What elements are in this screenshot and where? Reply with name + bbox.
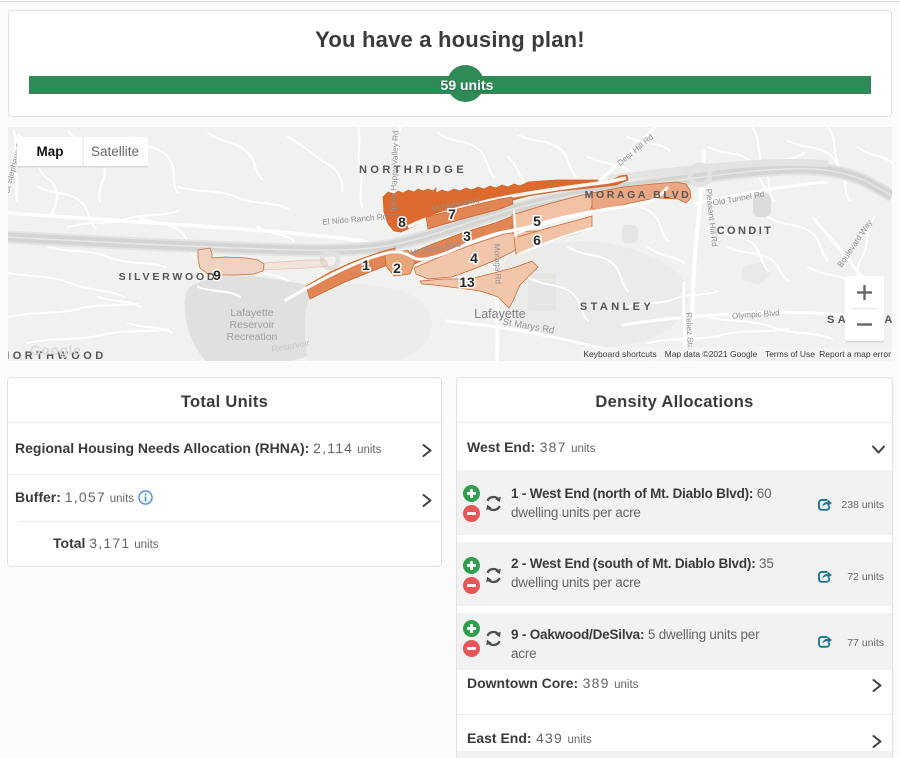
svg-text:3: 3 xyxy=(463,228,471,244)
svg-text:1: 1 xyxy=(362,257,370,273)
svg-text:Satellite: Satellite xyxy=(91,144,139,159)
svg-text:4: 4 xyxy=(470,250,478,266)
svg-text:Terms of Use: Terms of Use xyxy=(765,349,815,359)
svg-text:Recreation: Recreation xyxy=(227,331,278,343)
svg-text:6: 6 xyxy=(533,232,541,248)
svg-text:Map data ©2021 Google: Map data ©2021 Google xyxy=(665,349,758,359)
svg-text:8: 8 xyxy=(398,214,406,230)
svg-text:A: A xyxy=(884,314,892,326)
svg-text:Reservoir: Reservoir xyxy=(230,319,275,331)
svg-text:MORAGA BLVD: MORAGA BLVD xyxy=(585,189,692,201)
svg-text:Map: Map xyxy=(37,144,64,159)
svg-text:Moraga Rd: Moraga Rd xyxy=(492,244,502,285)
svg-text:Google: Google xyxy=(30,342,81,358)
svg-text:NORTHRIDGE: NORTHRIDGE xyxy=(359,164,467,176)
svg-text:5: 5 xyxy=(533,213,541,229)
svg-text:SILVERWOOD: SILVERWOOD xyxy=(119,271,218,283)
svg-text:STANLEY: STANLEY xyxy=(580,301,654,313)
svg-text:Report a map error: Report a map error xyxy=(819,349,891,359)
svg-text:13: 13 xyxy=(459,274,475,290)
svg-text:Keyboard shortcuts: Keyboard shortcuts xyxy=(583,349,656,359)
svg-text:2: 2 xyxy=(393,260,401,276)
svg-text:Lafayette: Lafayette xyxy=(230,307,273,319)
svg-text:CONDIT: CONDIT xyxy=(717,225,774,237)
